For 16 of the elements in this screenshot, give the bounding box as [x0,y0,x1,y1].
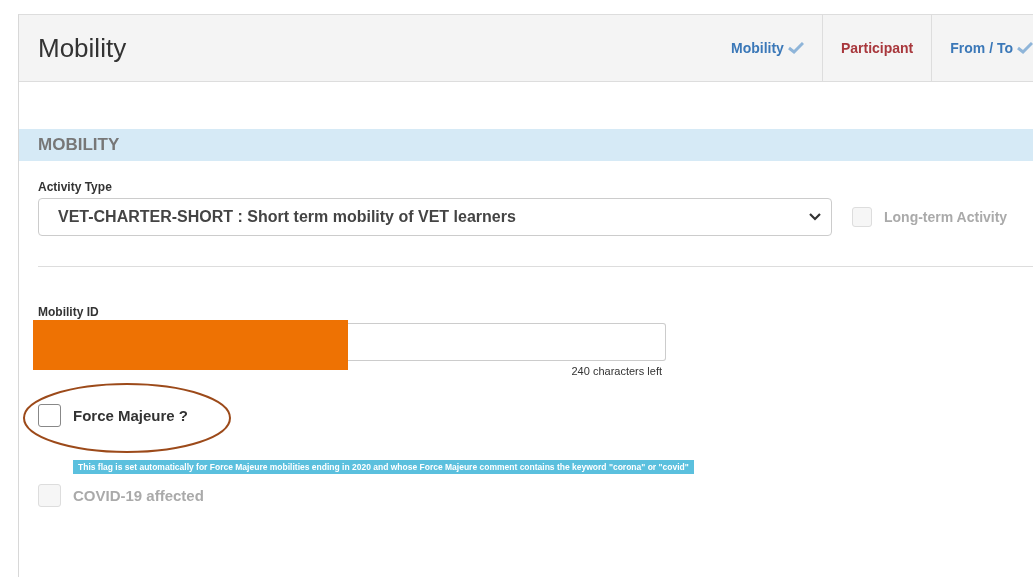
checkbox-label: COVID-19 affected [73,487,204,504]
input-field[interactable] [348,323,666,361]
field-label: Mobility ID [38,305,100,319]
chevron-down-icon [808,212,822,222]
activity-type-dropdown[interactable]: VET-CHARTER-SHORT : Short term mobility of VET learners [38,198,832,236]
checkbox-label: Force Majeure ? [73,407,189,424]
section-heading: MOBILITY [37,135,120,155]
info-banner: This flag is set automatically for Force Majeure mobilities ending in 2020 and whose Force Majeure comment contains the keyword "corona" or "covid" [73,460,694,474]
character-counter: 240 characters left [571,365,662,377]
check-icon [1017,42,1033,54]
page-title: Mobility [37,32,127,64]
step-tab[interactable]: From / To [931,15,1033,81]
check-icon [787,42,804,54]
field-label: Activity Type [38,180,113,194]
checkbox-label: Long-term Activity [884,209,1008,225]
checkbox[interactable] [38,404,61,427]
